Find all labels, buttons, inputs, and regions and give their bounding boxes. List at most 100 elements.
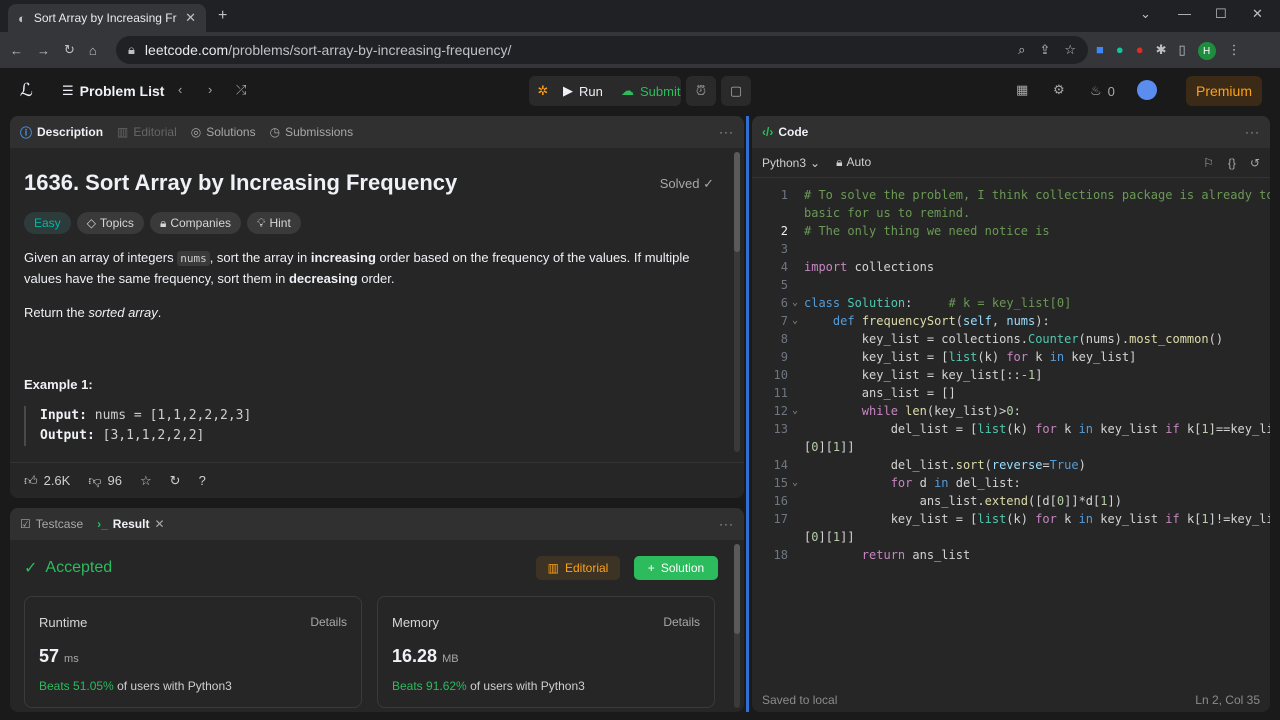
dislike-button[interactable]: 👎︎ 96 <box>88 473 122 489</box>
extensions-puzzle-icon[interactable]: ✱ <box>1156 42 1167 60</box>
terminal-icon: ›_ <box>97 517 108 531</box>
grammarly-extension-icon[interactable]: ● <box>1116 42 1124 60</box>
more-options-icon[interactable]: ··· <box>719 125 734 139</box>
tab-solutions[interactable]: ◎ Solutions <box>191 125 256 139</box>
notes-button[interactable]: ▢ <box>721 76 751 106</box>
language-select[interactable]: Python3 ⌄ <box>762 156 820 170</box>
next-problem-icon[interactable]: › <box>208 82 212 97</box>
leetcode-logo-icon[interactable]: ℒ <box>20 80 33 101</box>
runtime-card[interactable]: Runtime Details 57 ms Beats 51.05% of us… <box>24 596 362 708</box>
history-icon: ◷ <box>269 125 281 139</box>
forward-icon[interactable]: → <box>37 43 50 58</box>
maximize-icon[interactable]: ☐ <box>1215 6 1227 22</box>
code-line: 15 ⌄ for d in del_list: <box>773 476 1021 490</box>
like-button[interactable]: 👍︎ 2.6K <box>24 473 70 489</box>
close-tab-icon[interactable]: ✕ <box>185 10 196 26</box>
leetcode-favicon-icon: ◐ <box>18 10 26 26</box>
cursor-position: Ln 2, Col 35 <box>1195 693 1260 707</box>
browser-tab[interactable]: ◐ Sort Array by Increasing Frequ... ✕ <box>8 4 206 32</box>
lock-icon[interactable]: 🔒︎ <box>128 42 135 58</box>
info-icon: ⓘ <box>20 125 33 140</box>
code-line: 5 <box>780 278 788 292</box>
code-line: 6 ⌄ class Solution: # k = key_list[0] <box>780 296 1072 310</box>
tag-icon: ◇ <box>86 216 96 230</box>
shuffle-icon[interactable]: ⤮ <box>236 82 246 98</box>
note-icon: ▢ <box>729 83 743 98</box>
home-icon[interactable]: ⌂ <box>89 43 97 58</box>
memory-details-link[interactable]: Details <box>663 615 700 629</box>
code-line: 11 ans_list = [] <box>773 386 956 400</box>
tab-code[interactable]: ‹/› Code <box>762 125 808 139</box>
bookmark-icon[interactable]: ⚐ <box>1203 156 1214 170</box>
code-line: 10 key_list = key_list[::-1] <box>773 368 1043 382</box>
format-braces-icon[interactable]: {} <box>1228 156 1236 170</box>
runtime-details-link[interactable]: Details <box>310 615 347 629</box>
save-status: Saved to local <box>762 693 838 707</box>
bookmark-star-icon[interactable]: ☆ <box>1064 42 1076 58</box>
streak-counter[interactable]: ♨ 0 <box>1090 83 1115 99</box>
description-tabs: ⓘ Description ▥ Editorial ◎ Solutions ◷ Subm… <box>10 116 744 148</box>
timer-button[interactable]: ⏰︎ <box>686 76 716 106</box>
memory-card[interactable]: Memory Details 16.28 MB Beats 91.62% of … <box>377 596 715 708</box>
lock-icon: 🔒︎ <box>836 155 843 169</box>
book-icon: ▥ <box>547 561 559 575</box>
hint-tag[interactable]: 💡︎ Hint <box>247 212 301 234</box>
profile-avatar[interactable]: H <box>1197 42 1216 60</box>
reset-code-icon[interactable]: ↺ <box>1250 156 1260 170</box>
layout-icon[interactable]: ▦ <box>1016 82 1028 98</box>
fold-chevron-icon: ⌄ <box>792 477 799 488</box>
tab-testcase[interactable]: ☑ Testcase <box>20 517 83 531</box>
tab-submissions[interactable]: ◷ Submissions <box>270 125 354 139</box>
minimize-icon[interactable]: — <box>1178 6 1191 21</box>
code-line: 18 return ans_list <box>773 548 971 562</box>
favorite-star-icon[interactable]: ☆ <box>140 473 152 489</box>
settings-gear-icon[interactable]: ⚙ <box>1053 82 1065 98</box>
companies-tag[interactable]: 🔒︎ Companies <box>149 212 242 234</box>
side-panel-icon[interactable]: ▯ <box>1178 42 1185 60</box>
tab-editorial[interactable]: ▥ Editorial <box>117 125 177 139</box>
tab-result[interactable]: ›_ Result ✕ <box>97 517 164 531</box>
thumbs-down-icon: 👎︎ <box>88 472 102 488</box>
problem-title: 1636. Sort Array by Increasing Frequency <box>24 170 458 195</box>
extension-icon[interactable]: ● <box>1136 42 1144 60</box>
user-avatar[interactable] <box>1137 80 1157 100</box>
translate-extension-icon[interactable]: ■ <box>1096 42 1104 60</box>
help-icon[interactable]: ? <box>199 473 206 488</box>
description-scrollbar[interactable] <box>734 152 740 452</box>
tab-description[interactable]: ⓘ Description <box>20 124 103 141</box>
code-editor[interactable]: 1 # To solve the problem, I think collect… <box>752 178 1270 690</box>
more-options-icon[interactable]: ··· <box>719 517 734 531</box>
chrome-menu-icon[interactable]: ⋮ <box>1228 42 1241 60</box>
topics-tag[interactable]: ◇ Topics <box>76 212 144 234</box>
lightbulb-icon: 💡︎ <box>257 215 266 230</box>
debug-icon[interactable]: ✲ <box>529 83 557 99</box>
back-icon[interactable]: ← <box>10 43 23 58</box>
tab-search-icon[interactable]: ⌄ <box>1140 6 1151 22</box>
panel-resize-handle[interactable] <box>746 116 749 712</box>
description-panel: ⓘ Description ▥ Editorial ◎ Solutions ◷ Subm… <box>10 116 744 498</box>
new-tab-icon[interactable]: + <box>218 7 227 25</box>
premium-button[interactable]: Premium <box>1186 76 1262 106</box>
run-button[interactable]: ▶ Run <box>563 83 615 99</box>
share-refresh-icon[interactable]: ↻ <box>170 473 181 489</box>
fold-chevron-icon: ⌄ <box>792 315 799 326</box>
code-line: [0][1]] <box>804 530 855 544</box>
alarm-icon: ⏰︎ <box>695 83 707 98</box>
result-scrollbar[interactable] <box>734 544 740 708</box>
auto-mode-toggle[interactable]: 🔒︎ Auto <box>836 155 871 170</box>
prev-problem-icon[interactable]: ‹ <box>178 82 182 97</box>
code-line: 3 <box>780 242 788 256</box>
problem-list-button[interactable]: ☰ Problem List <box>62 83 164 99</box>
reload-icon[interactable]: ↻ <box>64 42 75 58</box>
zoom-icon[interactable]: ⌕ <box>1018 42 1025 58</box>
close-window-icon[interactable]: ✕ <box>1252 6 1263 22</box>
solution-button[interactable]: + Solution <box>634 556 718 580</box>
address-bar[interactable]: 🔒︎ leetcode.com/problems/sort-array-by-i… <box>116 36 1088 64</box>
close-result-icon[interactable]: ✕ <box>154 517 164 531</box>
submit-button[interactable]: ☁ Submit <box>621 83 680 99</box>
share-icon[interactable]: ⇪ <box>1039 42 1050 58</box>
code-line: 12 ⌄ while len(key_list)>0: <box>773 404 1021 418</box>
more-options-icon[interactable]: ··· <box>1245 125 1260 139</box>
editorial-button[interactable]: ▥ Editorial <box>536 556 620 580</box>
problem-tags: Easy ◇ Topics 🔒︎ Companies 💡︎ Hint <box>24 212 730 234</box>
